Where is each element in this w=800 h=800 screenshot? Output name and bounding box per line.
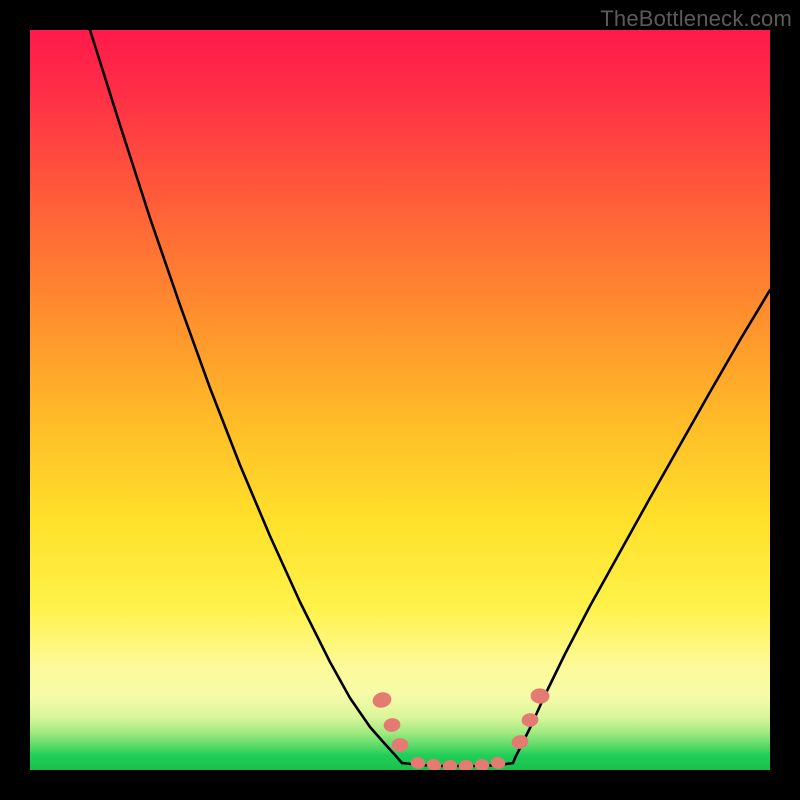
marker-dot xyxy=(371,690,393,710)
watermark-text: TheBottleneck.com xyxy=(600,6,792,32)
marker-dot xyxy=(474,759,489,770)
marker-dot xyxy=(383,717,402,733)
marker-dot xyxy=(458,760,473,770)
marker-dot xyxy=(410,756,426,769)
marker-dot xyxy=(442,759,459,770)
marker-dot xyxy=(490,756,507,770)
marker-dot xyxy=(391,738,408,752)
chart-frame: TheBottleneck.com xyxy=(0,0,800,800)
curve-right-curve xyxy=(513,290,770,763)
curve-svg xyxy=(30,30,770,770)
curve-left-curve xyxy=(90,30,402,763)
marker-dot xyxy=(425,758,442,770)
plot-area xyxy=(30,30,770,770)
